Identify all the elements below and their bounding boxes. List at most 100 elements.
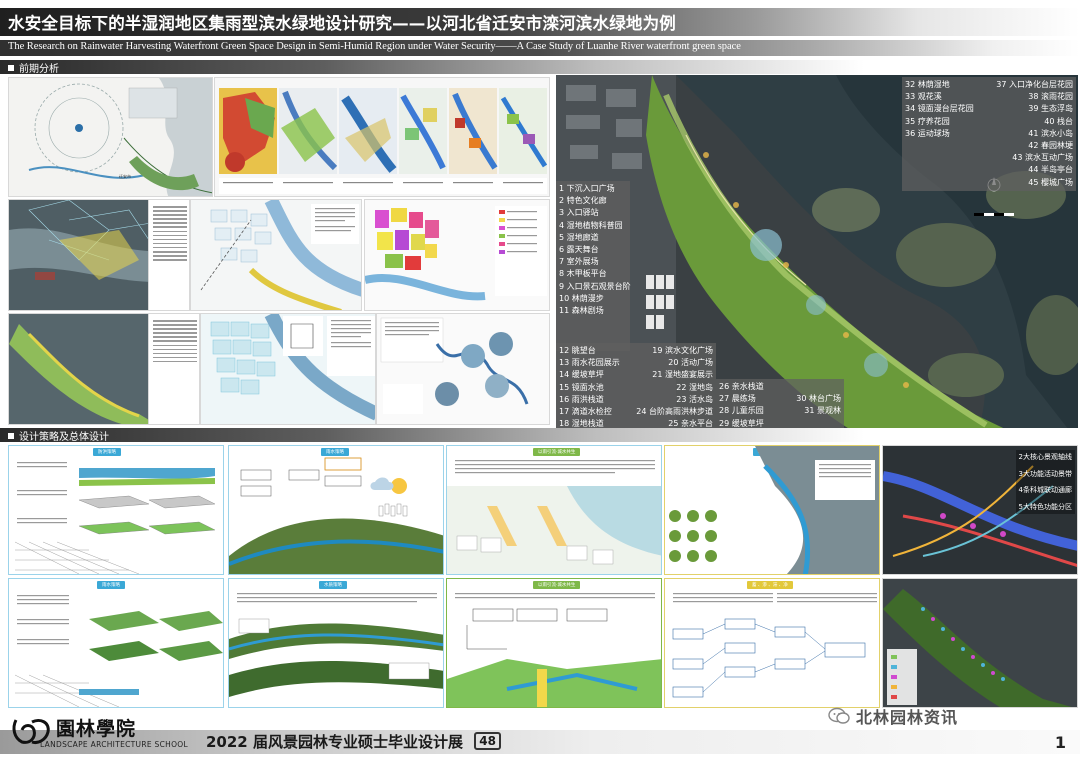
legend-item: 15 镜面水池 — [559, 382, 604, 392]
legend-item: 14 缓坡草坪 — [559, 370, 604, 380]
legend-row: 35 疗养花园 40 栈台 — [905, 116, 1073, 128]
water-cycle-panel: 水质策略 — [228, 578, 444, 708]
ecology-step-panel: 以雨引流·城水共生 — [446, 578, 662, 708]
legend-row: 17 滴道水检控 24 台阶高雨洪林步道 — [559, 406, 713, 418]
section-bullet-icon — [8, 65, 14, 71]
legend-item: 39 生态浮岛 — [1028, 104, 1073, 114]
analysis-notes-2 — [148, 313, 200, 425]
legend-item: 16 雨洪栈道 — [559, 394, 604, 404]
legend-item: 28 儿童乐园 — [719, 406, 764, 416]
rain-strategy-panel: 雨水策略 — [228, 445, 444, 575]
legend-row: 27 晨练场 30 林台广场 — [719, 393, 841, 405]
legend-row: 36 运动球场 41 滨水小岛 — [905, 128, 1073, 140]
legend-item: 32 林荫湿地 — [905, 80, 950, 89]
legend-item: 9 入口景石观景台阶 — [559, 281, 631, 291]
legend-row: 44 半岛亭台 — [905, 164, 1073, 176]
legend-item: 37 入口净化台层花园 — [996, 80, 1073, 89]
legend-item: 20 活动广场 — [668, 358, 713, 368]
legend-item: 34 镜面漫台层花园 — [905, 104, 974, 114]
drainage-map — [200, 313, 376, 425]
legend-item: 40 栈台 — [1044, 116, 1073, 126]
exhibit-number: 48 — [474, 732, 501, 750]
section-bullet-icon — [8, 433, 14, 439]
regional-context-map: 迁安市 — [8, 77, 213, 197]
legend-row: 13 雨水花园展示 20 活动广场 — [559, 357, 713, 369]
analysis-notes-1 — [148, 199, 190, 311]
legend-row: 43 滨水互动广场 — [905, 152, 1073, 164]
wechat-watermark: 北林园林资讯 — [828, 704, 958, 728]
legend-row: 12 眺望台 19 滨水文化广场 — [559, 345, 713, 357]
ecology-strategy-graphic — [447, 460, 661, 574]
legend-item: 12 眺望台 — [559, 346, 596, 355]
site-analysis-graphics — [219, 88, 548, 194]
page-subtitle: The Research on Rainwater Harvesting Wat… — [8, 41, 741, 52]
process-flow-graphic — [672, 593, 877, 698]
legend-item: 17 滴道水检控 — [559, 406, 612, 416]
legend-item: 10 林荫漫步 — [559, 293, 604, 303]
legend-item: 4 湿地植物科普园 — [559, 220, 623, 230]
legend-row: 33 观花溪 38 滚雨花园 — [905, 91, 1073, 103]
legend-item: 22 湿地岛 — [676, 382, 713, 392]
traffic-analysis-map — [190, 199, 362, 311]
functional-zoning-graphic — [365, 206, 547, 301]
legend-item: 27 晨练场 — [719, 394, 756, 404]
legend-item: 30 林台广场 — [796, 394, 841, 404]
legend-row: 45 樱城广场 — [905, 177, 1073, 189]
legend-item: 21 湿地盛宴展示 — [652, 370, 713, 380]
structure-legend-item: 3大功能活动景带 — [1018, 469, 1072, 478]
legend-item: 19 滨水文化广场 — [652, 346, 713, 355]
legend-row: 34 镜面漫台层花园 39 生态浮岛 — [905, 103, 1073, 115]
legend-item: 44 半岛亭台 — [1028, 165, 1073, 175]
flood-strategy-graphic — [14, 462, 216, 574]
legend-row: 15 镜面水池 22 湿地岛 — [559, 382, 713, 394]
structure-legend: 2大核心景观轴线 3大功能活动景带 4条科城联动通廊 5大特色功能分区 — [1015, 450, 1075, 514]
rain-detail-graphic — [14, 595, 223, 707]
school-logo-text: 園林學院 — [56, 718, 137, 740]
structure-legend-item: 5大特色功能分区 — [1018, 502, 1072, 511]
structure-legend-item: 4条科城联动通廊 — [1018, 486, 1072, 494]
planting-plan-panel — [882, 578, 1078, 708]
page-title: 水安全目标下的半湿润地区集雨型滨水绿地设计研究——以河北省迁安市滦河滨水绿地为例 — [8, 14, 676, 33]
section-title-strategy: 设计策略及总体设计 — [8, 428, 109, 443]
legend-item: 43 滨水互动广场 — [1012, 153, 1073, 163]
legend-item: 23 活水岛 — [676, 394, 713, 404]
structure-diagram-panel: 2大核心景观轴线 3大功能活动景带 4条科城联动通廊 5大特色功能分区 — [882, 445, 1078, 575]
legend-row: 16 雨洪栈道 23 活水岛 — [559, 394, 713, 406]
rain-strategy-graphic — [229, 457, 443, 574]
regional-map-graphic: 迁安市 — [28, 78, 212, 196]
historical-flood-map — [376, 313, 550, 425]
school-logo-english: LANDSCAPE ARCHITECTURE SCHOOL — [40, 740, 188, 749]
legend-item: 33 观花溪 — [905, 92, 942, 102]
legend-item: 24 台阶高雨洪林步道 — [636, 406, 713, 416]
legend-item: 3 入口驿站 — [559, 208, 599, 218]
site-master-plan: 1 下沉入口广场 2 特色文化廊 3 入口驿站 4 湿地植物科普园 5 湿地廊道… — [556, 75, 1078, 439]
legend-item: 7 室外展场 — [559, 257, 599, 267]
legend-item: 38 滚雨花园 — [1028, 92, 1073, 102]
legend-item: 1 下沉入口广场 — [559, 184, 615, 193]
ecology-strategy-panel: 以雨引流·城水共生 — [446, 445, 662, 575]
water-quality-graphic — [669, 446, 879, 574]
plan-legend-top-right: 32 林荫湿地 37 入口净化台层花园 33 观花溪 38 滚雨花园 34 镜面漫台… — [902, 77, 1076, 191]
legend-item: 41 滨水小岛 — [1028, 128, 1073, 138]
planting-plan-graphic — [883, 579, 1077, 707]
legend-item: 5 湿地廊道 — [559, 232, 599, 242]
legend-item: 45 樱城广场 — [1028, 177, 1073, 187]
legend-item: 35 疗养花园 — [905, 116, 950, 126]
section-title-analysis: 前期分析 — [8, 60, 59, 75]
water-cycle-graphic — [229, 593, 443, 697]
traffic-analysis-graphic — [200, 200, 361, 310]
legend-row: 32 林荫湿地 37 入口净化台层花园 — [905, 79, 1073, 91]
legend-row: 42 春园林埂 — [905, 140, 1073, 152]
section-band-analysis — [0, 60, 1080, 74]
legend-row: 28 儿童乐园 31 景观林 — [719, 405, 841, 417]
structure-legend-item: 2大核心景观轴线 — [1018, 453, 1072, 461]
historical-flood-graphic — [380, 317, 529, 414]
svg-text:迁安市: 迁安市 — [119, 173, 131, 179]
legend-item: 6 露天舞台 — [559, 244, 599, 254]
legend-item: 13 雨水花园展示 — [559, 358, 620, 368]
legend-row: 14 缓坡草坪 21 湿地盛宴展示 — [559, 369, 713, 381]
legend-row: 26 亲水栈道 — [719, 381, 841, 393]
flood-strategy-panel: 防洪策略 — [8, 445, 224, 575]
legend-item: 8 木甲板平台 — [559, 269, 607, 279]
process-flow-panel: 蓄 、渗 、滞 、净 — [664, 578, 880, 708]
